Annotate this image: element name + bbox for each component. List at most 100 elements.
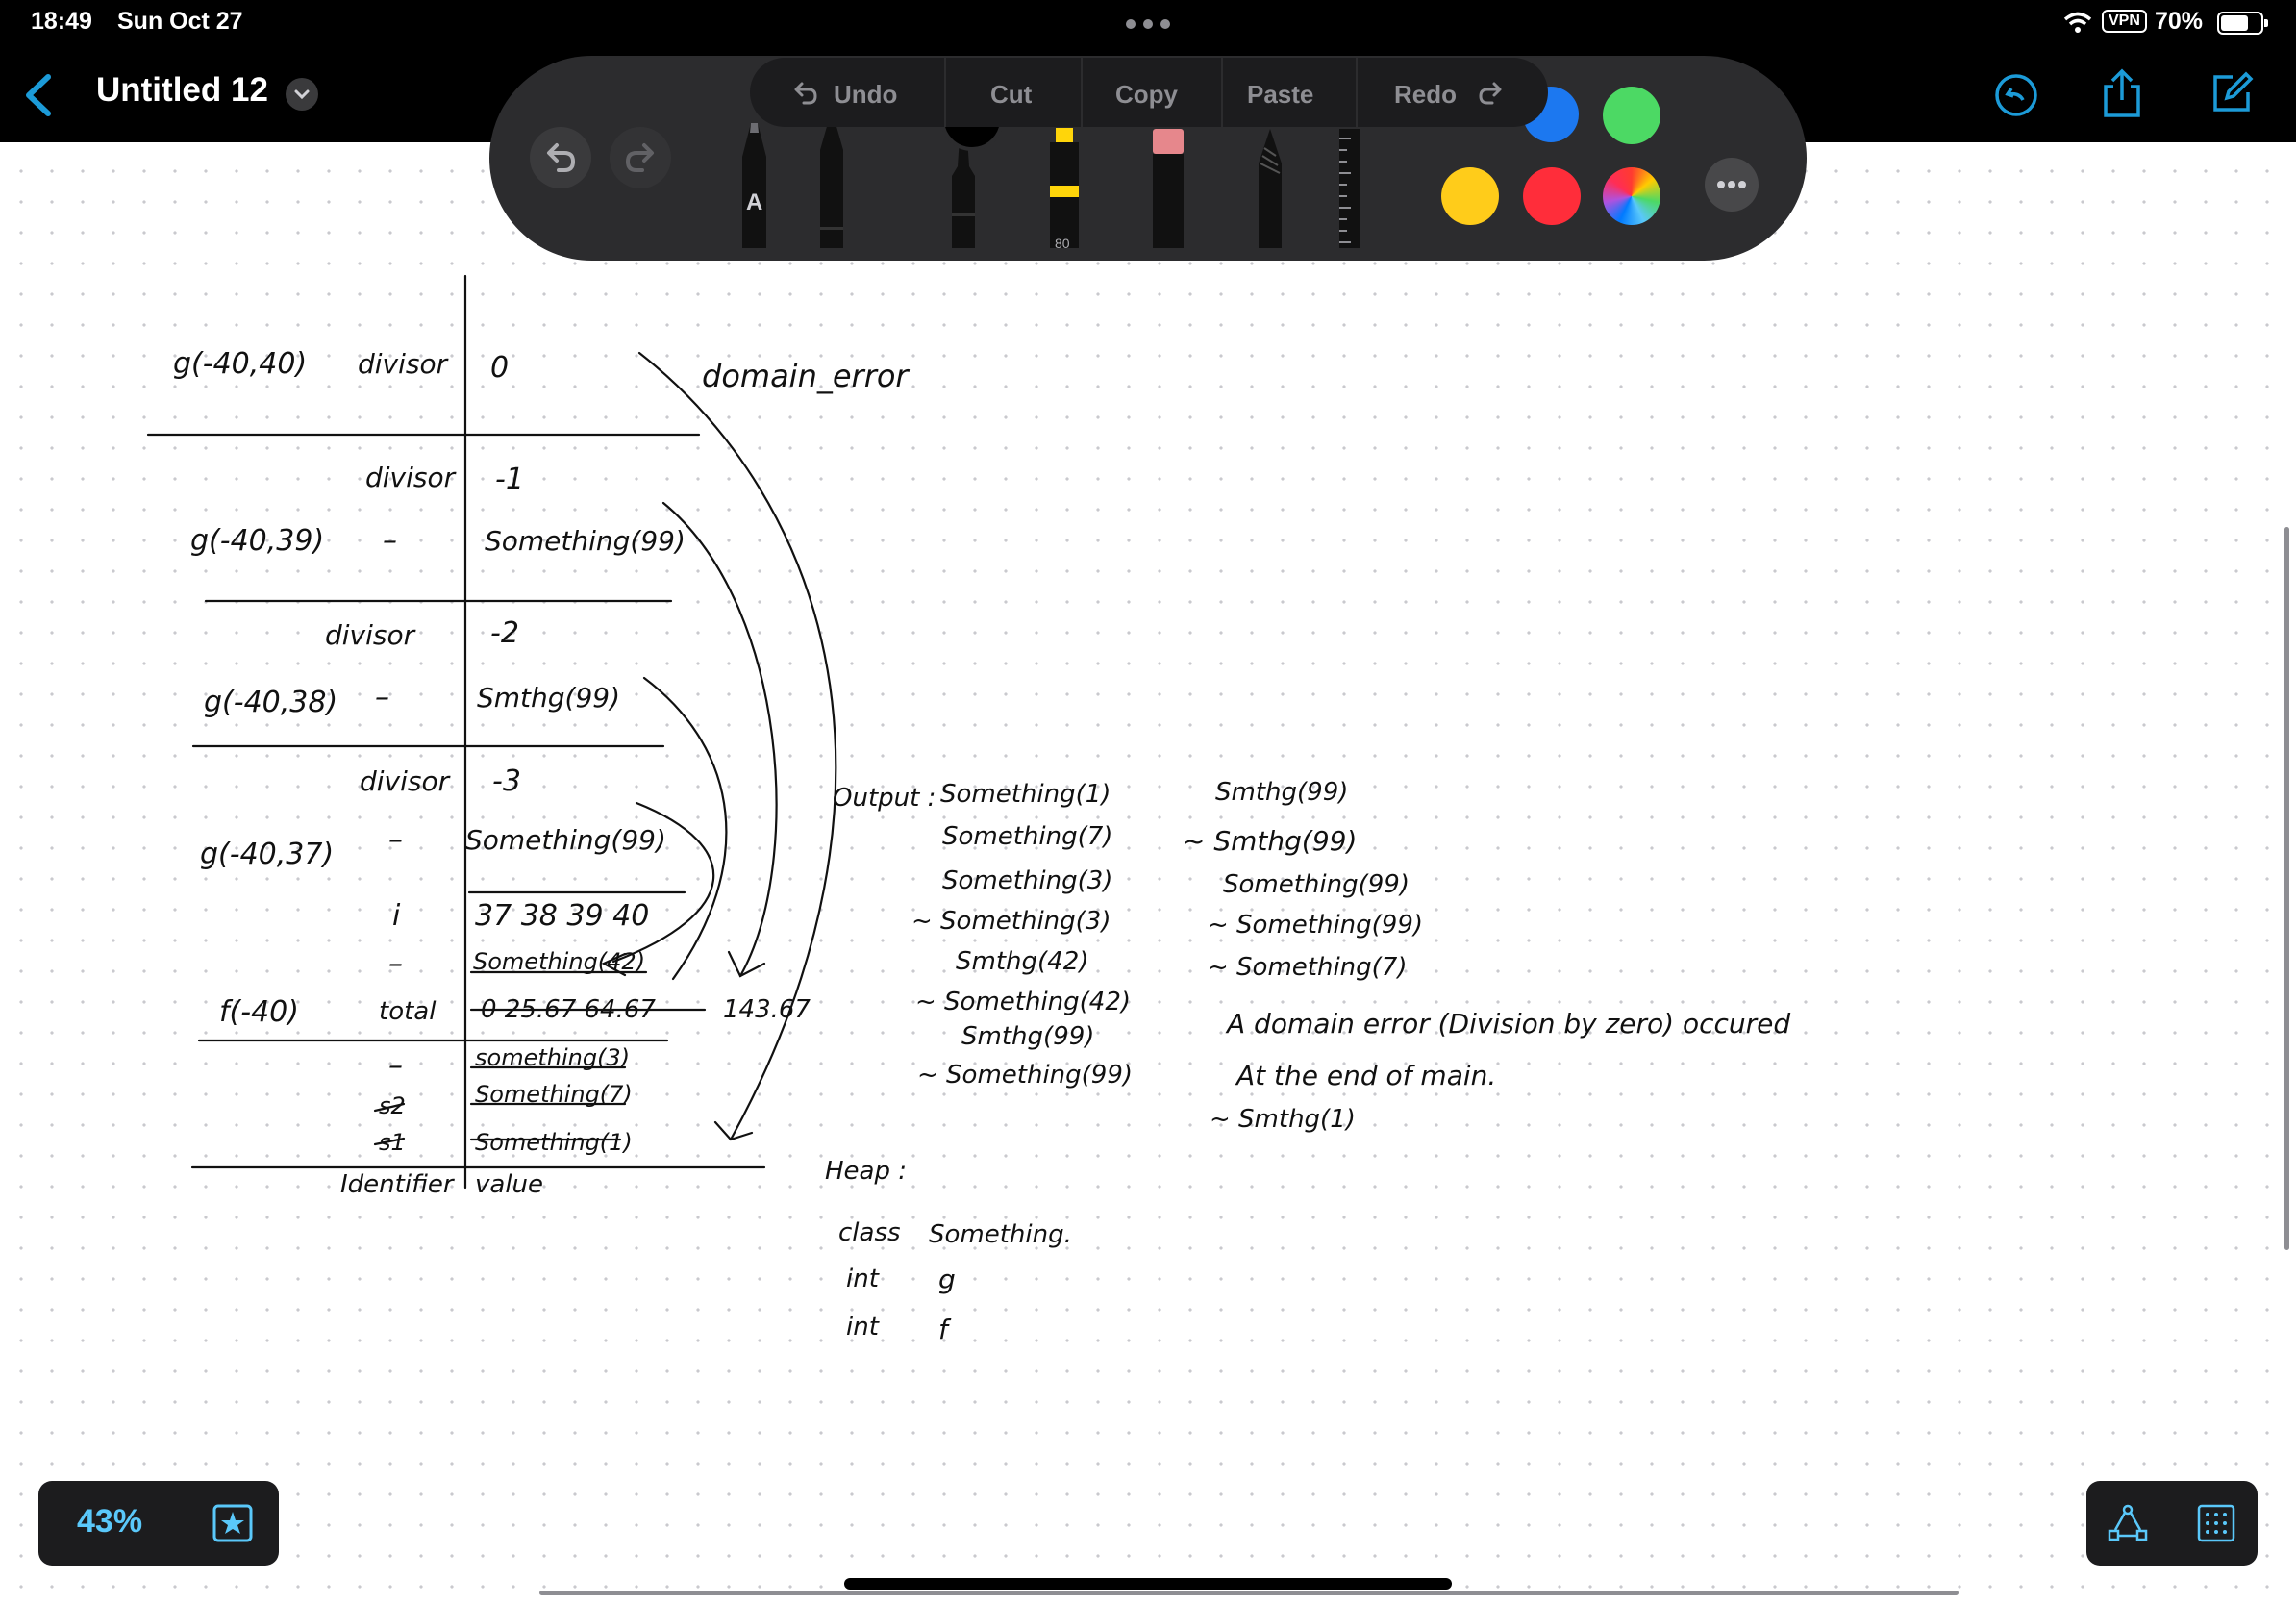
heap-name: g xyxy=(938,1264,956,1295)
copy-menu-item[interactable]: Copy xyxy=(1115,80,1178,110)
value-header: value xyxy=(475,1170,543,1199)
color-green-swatch[interactable] xyxy=(1603,87,1660,144)
var-label: divisor xyxy=(360,765,451,797)
var-value: -2 xyxy=(490,616,519,650)
battery-percent: 70% xyxy=(2155,8,2204,35)
var-value: something(3) xyxy=(475,1044,630,1071)
paste-menu-item[interactable]: Paste xyxy=(1247,80,1313,110)
frame-id-g38: g(-40,38) xyxy=(204,686,337,719)
var-value: 0 25.67 64.67 xyxy=(481,995,656,1024)
output-line: ~ Smthg(99) xyxy=(1183,825,1357,857)
home-indicator[interactable] xyxy=(844,1578,1452,1590)
eraser-tool[interactable] xyxy=(1149,129,1187,248)
heap-label: Heap : xyxy=(825,1157,907,1186)
frame-id-g39: g(-40,39) xyxy=(190,524,324,558)
favorite-icon[interactable] xyxy=(212,1503,254,1543)
end-of-main-message: At the end of main. xyxy=(1235,1060,1496,1091)
redo-icon xyxy=(625,143,654,172)
bottom-right-controls xyxy=(2086,1481,2258,1566)
shape-icon[interactable] xyxy=(2108,1504,2148,1542)
var-value: Something(42) xyxy=(473,948,645,975)
more-tools-button[interactable] xyxy=(1705,158,1759,212)
document-title[interactable]: Untitled 12 xyxy=(96,71,268,110)
zoom-level[interactable]: 43% xyxy=(77,1503,142,1541)
var-value: Smthg(99) xyxy=(477,682,620,714)
frame-id-g40: g(-40,40) xyxy=(173,347,307,381)
highlighter-size: 80 xyxy=(1055,236,1070,251)
output-line: Something(1) xyxy=(940,780,1111,809)
var-label: total xyxy=(379,997,437,1026)
undo-menu-item[interactable]: Undo xyxy=(834,80,897,110)
color-yellow-swatch[interactable] xyxy=(1441,167,1499,225)
edit-menu: Undo Cut Copy Paste Redo xyxy=(750,58,1548,127)
output-line: Smthg(99) xyxy=(961,1022,1094,1051)
var-value: Something(7) xyxy=(475,1081,633,1108)
var-label: divisor xyxy=(325,619,416,651)
heap-type: int xyxy=(846,1265,880,1293)
cut-menu-item[interactable]: Cut xyxy=(990,80,1032,110)
var-label: s1 xyxy=(379,1129,406,1156)
vertical-scrollbar[interactable] xyxy=(2284,527,2289,1250)
color-picker-swatch[interactable] xyxy=(1603,167,1660,225)
chevron-down-icon xyxy=(294,89,310,100)
zoom-control[interactable]: 43% xyxy=(38,1481,279,1566)
var-value: Something(99) xyxy=(485,525,686,557)
grid-icon[interactable] xyxy=(2197,1504,2235,1542)
horizontal-scrollbar[interactable] xyxy=(539,1591,1959,1595)
undo-icon xyxy=(547,143,576,172)
var-value: Something(1) xyxy=(475,1129,633,1156)
frame-id-f: f(-40) xyxy=(219,995,299,1029)
output-line: ~ Something(99) xyxy=(917,1061,1133,1090)
var-label: divisor xyxy=(358,348,449,380)
lasso-tool[interactable] xyxy=(1251,129,1289,248)
heap-type: int xyxy=(846,1313,880,1341)
redo-menu-item[interactable]: Redo xyxy=(1394,80,1457,110)
pencil-tool[interactable] xyxy=(820,123,843,248)
back-icon[interactable] xyxy=(21,73,56,117)
heap-name: f xyxy=(938,1314,952,1345)
pen-tool[interactable] xyxy=(742,123,766,248)
output-line: ~ Smthg(1) xyxy=(1210,1105,1356,1134)
output-line: Smthg(42) xyxy=(956,947,1088,976)
total-final: 143.67 xyxy=(723,995,811,1024)
redo-icon xyxy=(1479,82,1502,105)
heap-type: class xyxy=(838,1218,901,1247)
output-line: ~ Something(99) xyxy=(1208,911,1423,940)
output-line: Something(3) xyxy=(942,866,1112,895)
redo-button[interactable] xyxy=(610,127,671,188)
var-label: – xyxy=(375,681,389,714)
var-value: 0 xyxy=(490,351,509,385)
domain-error-label: domain_error xyxy=(702,358,910,394)
output-line: Smthg(99) xyxy=(1215,778,1348,807)
history-icon[interactable] xyxy=(1992,71,2040,119)
status-time: 18:49 xyxy=(31,8,92,35)
undo-button[interactable] xyxy=(530,127,591,188)
pen-label: A xyxy=(746,189,762,215)
ellipsis-icon xyxy=(1717,181,1746,188)
var-value: -3 xyxy=(492,764,521,798)
title-menu-button[interactable] xyxy=(286,78,318,111)
share-icon[interactable] xyxy=(2100,67,2144,119)
output-line: Something(7) xyxy=(942,822,1112,851)
marker-tool[interactable] xyxy=(944,138,983,248)
output-line: ~ Something(7) xyxy=(1208,953,1408,982)
heap-name: Something. xyxy=(929,1220,1072,1249)
var-label: divisor xyxy=(365,462,457,493)
var-label: i xyxy=(392,899,401,933)
var-value: 37 38 39 40 xyxy=(475,899,649,933)
output-line: ~ Something(3) xyxy=(911,907,1111,936)
highlighter-tool[interactable] xyxy=(1044,128,1085,248)
wifi-icon xyxy=(2063,12,2092,33)
color-red-swatch[interactable] xyxy=(1523,167,1581,225)
var-label: – xyxy=(388,823,403,857)
multitasking-dots[interactable] xyxy=(1126,17,1172,31)
output-line: Something(99) xyxy=(1223,870,1410,899)
var-value: -1 xyxy=(495,463,524,496)
ruler-tool[interactable] xyxy=(1335,129,1366,248)
var-label: – xyxy=(383,524,397,558)
domain-error-message: A domain error (Division by zero) occure… xyxy=(1225,1008,1790,1040)
output-label: Output : xyxy=(833,784,936,813)
compose-icon[interactable] xyxy=(2208,69,2256,117)
var-label: s2 xyxy=(379,1092,406,1119)
var-label: – xyxy=(388,947,403,981)
